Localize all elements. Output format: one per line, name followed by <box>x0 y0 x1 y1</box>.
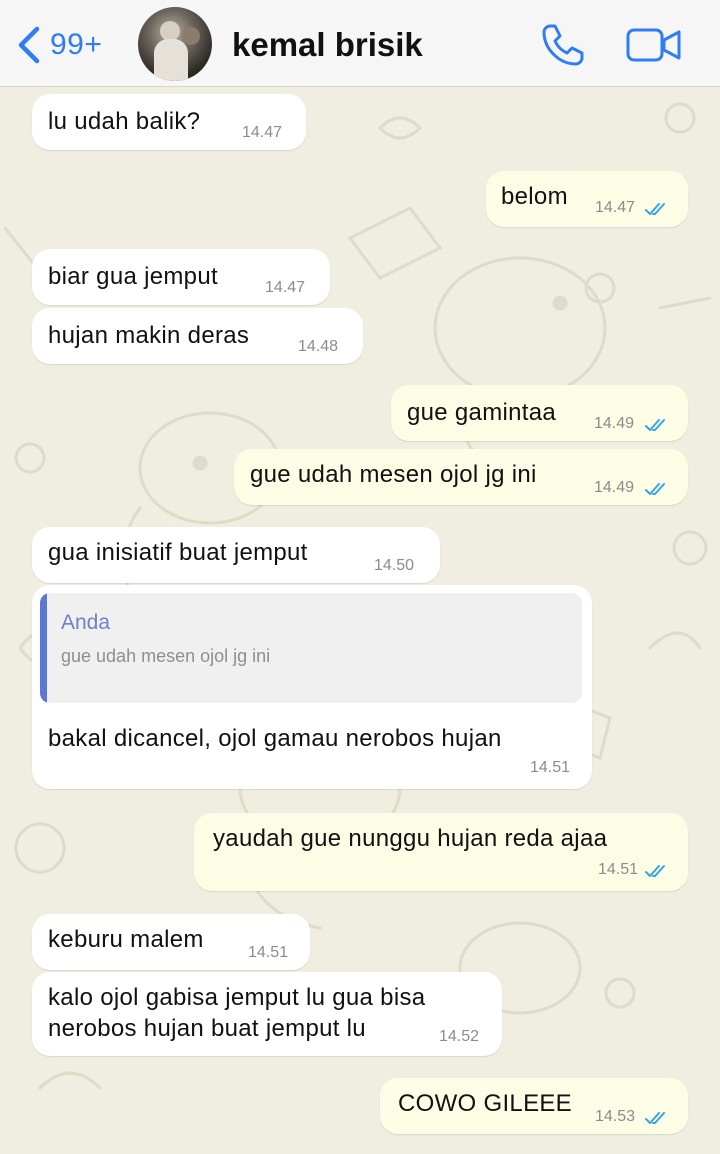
message-bubble[interactable]: gue udah mesen ojol jg ini 14.49 <box>234 449 688 505</box>
quoted-reply[interactable]: Anda gue udah mesen ojol jg ini <box>40 593 582 703</box>
read-ticks-icon <box>645 419 665 431</box>
message-bubble[interactable]: hujan makin deras 14.48 <box>32 308 363 364</box>
back-button[interactable]: 99+ <box>16 24 126 66</box>
message-time: 14.48 <box>298 338 339 355</box>
message-bubble[interactable]: kalo ojol gabisa jemput lu gua bisa nero… <box>32 972 502 1056</box>
message-bubble[interactable]: biar gua jemput 14.47 <box>32 249 330 305</box>
message-time: 14.47 <box>265 279 306 296</box>
message-time: 14.51 <box>598 861 639 878</box>
message-text-line: nerobos hujan buat jemput lu <box>48 1015 366 1042</box>
message-text: biar gua jemput <box>48 263 218 290</box>
message-text: hujan makin deras <box>48 322 250 349</box>
message-bubble[interactable]: Anda gue udah mesen ojol jg ini bakal di… <box>32 585 592 789</box>
message-time: 14.47 <box>595 199 636 216</box>
read-ticks-icon <box>645 865 665 877</box>
message-bubble[interactable]: keburu malem 14.51 <box>32 914 310 970</box>
reply-text: gue udah mesen ojol jg ini <box>61 646 271 666</box>
message-time: 14.51 <box>248 944 289 961</box>
message-text: lu udah balik? <box>48 108 201 135</box>
video-camera-icon <box>626 28 681 62</box>
read-ticks-icon <box>645 483 665 495</box>
message-text: COWO GILEEE <box>398 1090 572 1117</box>
message-bubble[interactable]: gua inisiatif buat jemput 14.50 <box>32 527 440 583</box>
message-time: 14.47 <box>242 124 283 141</box>
message-text: gue gamintaa <box>407 399 557 426</box>
message-bubble[interactable]: belom 14.47 <box>486 171 688 227</box>
chevron-left-icon <box>18 26 40 64</box>
reply-accent-bar <box>40 593 47 703</box>
message-time: 14.53 <box>595 1108 636 1125</box>
message-text: keburu malem <box>48 926 204 953</box>
message-time: 14.51 <box>530 759 571 776</box>
read-ticks-icon <box>645 1112 665 1124</box>
phone-icon <box>542 24 584 66</box>
message-text: gua inisiatif buat jemput <box>48 539 308 566</box>
message-text: yaudah gue nunggu hujan reda ajaa <box>213 825 608 852</box>
message-list[interactable]: lu udah balik? 14.47 belom 14.47 biar gu… <box>0 88 720 1154</box>
message-text: belom <box>501 183 568 210</box>
chat-header: 99+ kemal brisik <box>0 0 720 87</box>
message-bubble[interactable]: lu udah balik? 14.47 <box>32 94 306 150</box>
message-time: 14.50 <box>374 557 415 574</box>
contact-name[interactable]: kemal brisik <box>232 26 423 64</box>
message-text: gue udah mesen ojol jg ini <box>250 461 537 488</box>
message-bubble[interactable]: gue gamintaa 14.49 <box>391 385 688 441</box>
reply-author: Anda <box>61 611 111 634</box>
read-ticks-icon <box>645 203 665 215</box>
message-time: 14.49 <box>594 415 635 432</box>
video-call-button[interactable] <box>626 26 682 64</box>
message-bubble[interactable]: yaudah gue nunggu hujan reda ajaa 14.51 <box>194 813 688 891</box>
message-text: bakal dicancel, ojol gamau nerobos hujan <box>48 725 502 752</box>
message-text-line: kalo ojol gabisa jemput lu gua bisa <box>48 984 426 1011</box>
message-bubble[interactable]: COWO GILEEE 14.53 <box>380 1078 688 1134</box>
avatar[interactable] <box>138 7 212 81</box>
voice-call-button[interactable] <box>540 22 586 68</box>
unread-count: 99+ <box>50 28 103 61</box>
message-time: 14.49 <box>594 479 635 496</box>
message-time: 14.52 <box>439 1028 480 1045</box>
